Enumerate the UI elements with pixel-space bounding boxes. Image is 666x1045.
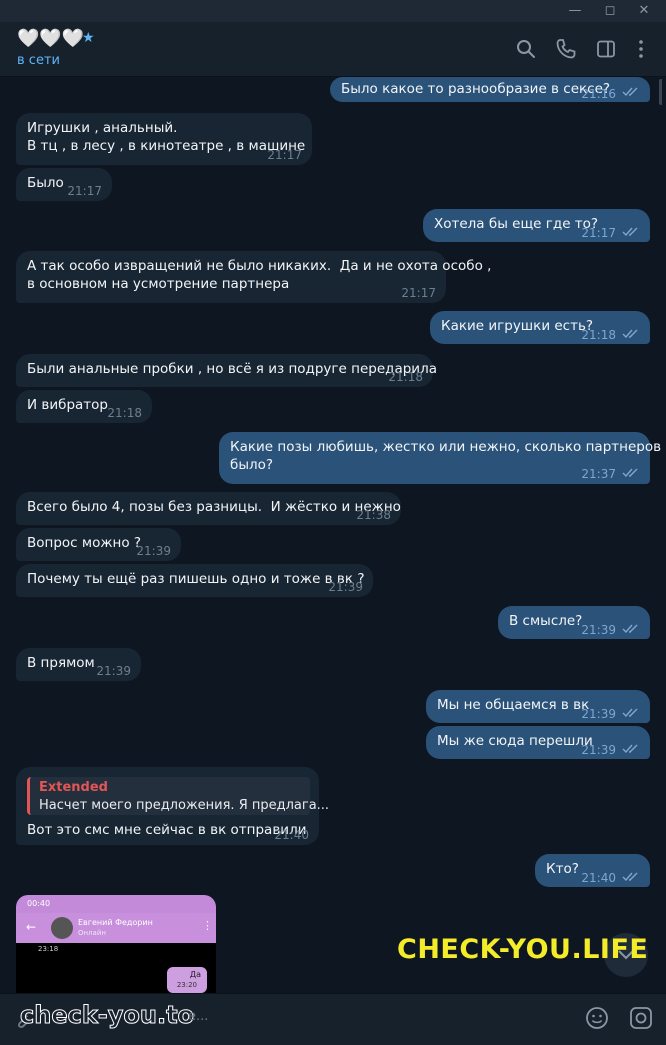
- message-time: 21:17: [67, 184, 102, 198]
- reply-author: Extended: [39, 780, 108, 795]
- message-text: Хотела бы еще где то?: [434, 216, 599, 232]
- message-text: Какие игрушки есть?: [441, 318, 594, 334]
- telegram-window: — ◻ ✕ 🤍🤍🤍 ★ в сети Было какое то разнооб…: [0, 0, 666, 1045]
- chat-title[interactable]: 🤍🤍🤍: [17, 28, 84, 49]
- message-time: 21:17: [401, 286, 436, 300]
- message-time: 21:37: [581, 467, 616, 481]
- message-incoming[interactable]: Игрушки , анальный. В тц , в лесу , в ки…: [16, 113, 312, 165]
- message-input[interactable]: e...: [188, 1009, 208, 1024]
- message-outgoing[interactable]: В смысле? 21:39: [498, 606, 650, 639]
- scrollbar[interactable]: [659, 79, 663, 105]
- message-outgoing[interactable]: Было какое то разнообразие в сексе? 21:1…: [330, 77, 650, 102]
- more-icon: ⋮: [202, 919, 213, 932]
- message-incoming[interactable]: Было 21:17: [16, 168, 112, 201]
- message-text: Мы же сюда перешли: [437, 733, 593, 749]
- message-text: Игрушки , анальный. В тц , в лесу , в ки…: [27, 120, 306, 154]
- message-outgoing[interactable]: Какие позы любишь, жестко или нежно, ско…: [219, 432, 661, 484]
- double-check-icon: [622, 329, 638, 339]
- watermark: CHECK-YOU.LIFE: [397, 934, 649, 965]
- message-text: Мы не общаемся в вк: [437, 697, 590, 713]
- message-outgoing[interactable]: Какие игрушки есть? 21:18: [430, 311, 650, 344]
- search-icon[interactable]: [514, 37, 538, 61]
- photo-chat-bar: ← Евгений Федорин Онлайн ⋮: [16, 913, 216, 943]
- close-icon[interactable]: ✕: [633, 2, 655, 20]
- sidebar-icon[interactable]: [594, 37, 618, 61]
- message-text: Кто?: [546, 861, 579, 877]
- message-incoming[interactable]: Почему ты ещё раз пишешь одно и тоже в в…: [16, 564, 373, 597]
- emoji-icon[interactable]: [584, 1005, 610, 1031]
- message-text: И вибратор: [27, 397, 108, 413]
- photo-message[interactable]: 00:40 ← Евгений Федорин Онлайн ⋮ 23:18 Д…: [16, 895, 216, 993]
- message-time: 21:17: [581, 226, 616, 240]
- message-time: 21:40: [581, 871, 616, 885]
- message-text: Было какое то разнообразие в сексе?: [341, 81, 611, 97]
- message-incoming-reply[interactable]: Extended Насчет моего предложения. Я пре…: [16, 767, 329, 845]
- photo-statusbar: 00:40: [16, 895, 216, 913]
- message-time: 21:39: [96, 664, 131, 678]
- message-outgoing[interactable]: Мы не общаемся в вк 21:39: [426, 690, 650, 723]
- chat-status: в сети: [17, 53, 60, 68]
- double-check-icon: [622, 87, 638, 97]
- message-incoming[interactable]: Вопрос можно ? 21:39: [16, 528, 181, 561]
- photo-contact-name: Евгений Федорин: [78, 918, 153, 927]
- maximize-icon[interactable]: ◻: [599, 2, 621, 20]
- photo-contact-status: Онлайн: [78, 929, 106, 937]
- message-incoming[interactable]: И вибратор 21:18: [16, 390, 152, 423]
- photo-bubble-text: Да: [189, 970, 201, 979]
- more-icon[interactable]: [629, 37, 653, 61]
- message-incoming[interactable]: Были анальные пробки , но всё я из подру…: [16, 354, 437, 387]
- double-check-icon: [622, 744, 638, 754]
- photo-bubble: Да 23:20: [167, 967, 207, 993]
- double-check-icon: [622, 227, 638, 237]
- message-outgoing[interactable]: Хотела бы еще где то? 21:17: [423, 209, 650, 242]
- photo-status-time: 00:40: [27, 899, 51, 908]
- message-text: В прямом: [27, 655, 95, 671]
- message-time: 21:40: [274, 828, 309, 842]
- message-text: Были анальные пробки , но всё я из подру…: [27, 361, 437, 377]
- double-check-icon: [622, 468, 638, 478]
- message-text: Вопрос можно ?: [27, 535, 142, 551]
- message-time: 21:39: [581, 743, 616, 757]
- double-check-icon: [622, 624, 638, 634]
- message-incoming[interactable]: Всего было 4, позы без разницы. И жёстко…: [16, 492, 401, 525]
- message-time: 21:39: [581, 707, 616, 721]
- chat-header: 🤍🤍🤍 ★ в сети: [0, 22, 666, 77]
- reply-text: Насчет моего предложения. Я предлага...: [39, 798, 330, 813]
- message-time: 21:16: [581, 87, 616, 101]
- avatar: [51, 917, 73, 939]
- message-incoming[interactable]: А так особо извращений не было никаких. …: [16, 251, 491, 303]
- message-outgoing[interactable]: Мы же сюда перешли 21:39: [426, 726, 650, 759]
- message-list[interactable]: Было какое то разнообразие в сексе? 21:1…: [0, 77, 666, 993]
- message-time: 21:39: [581, 623, 616, 637]
- window-titlebar: — ◻ ✕: [0, 0, 666, 22]
- minimize-icon[interactable]: —: [564, 2, 586, 20]
- photo-bubble-time: 23:20: [176, 981, 197, 989]
- camera-icon[interactable]: [628, 1005, 654, 1031]
- message-incoming[interactable]: В прямом 21:39: [16, 648, 141, 681]
- message-composer: check-you.to e...: [0, 993, 666, 1045]
- double-check-icon: [622, 708, 638, 718]
- message-text: Вот это смс мне сейчас в вк отправили: [27, 822, 307, 838]
- message-time: 21:18: [107, 406, 142, 420]
- star-icon: ★: [82, 30, 95, 46]
- message-time: 21:39: [136, 544, 171, 558]
- message-text: Почему ты ещё раз пишешь одно и тоже в в…: [27, 571, 365, 587]
- message-text: Было: [27, 175, 64, 191]
- photo-time: 23:18: [38, 945, 59, 953]
- message-time: 21:39: [328, 580, 363, 594]
- back-arrow-icon: ←: [26, 920, 37, 934]
- message-outgoing[interactable]: Кто? 21:40: [535, 854, 650, 887]
- reply-quote[interactable]: Extended Насчет моего предложения. Я пре…: [27, 777, 329, 815]
- watermark-secondary: check-you.to: [19, 1001, 195, 1030]
- message-text: В смысле?: [509, 613, 583, 629]
- message-time: 21:17: [267, 148, 302, 162]
- message-time: 21:38: [356, 508, 391, 522]
- phone-icon[interactable]: [554, 37, 578, 61]
- message-time: 21:18: [581, 328, 616, 342]
- double-check-icon: [622, 872, 638, 882]
- message-text: Всего было 4, позы без разницы. И жёстко…: [27, 499, 401, 515]
- message-time: 21:18: [388, 370, 423, 384]
